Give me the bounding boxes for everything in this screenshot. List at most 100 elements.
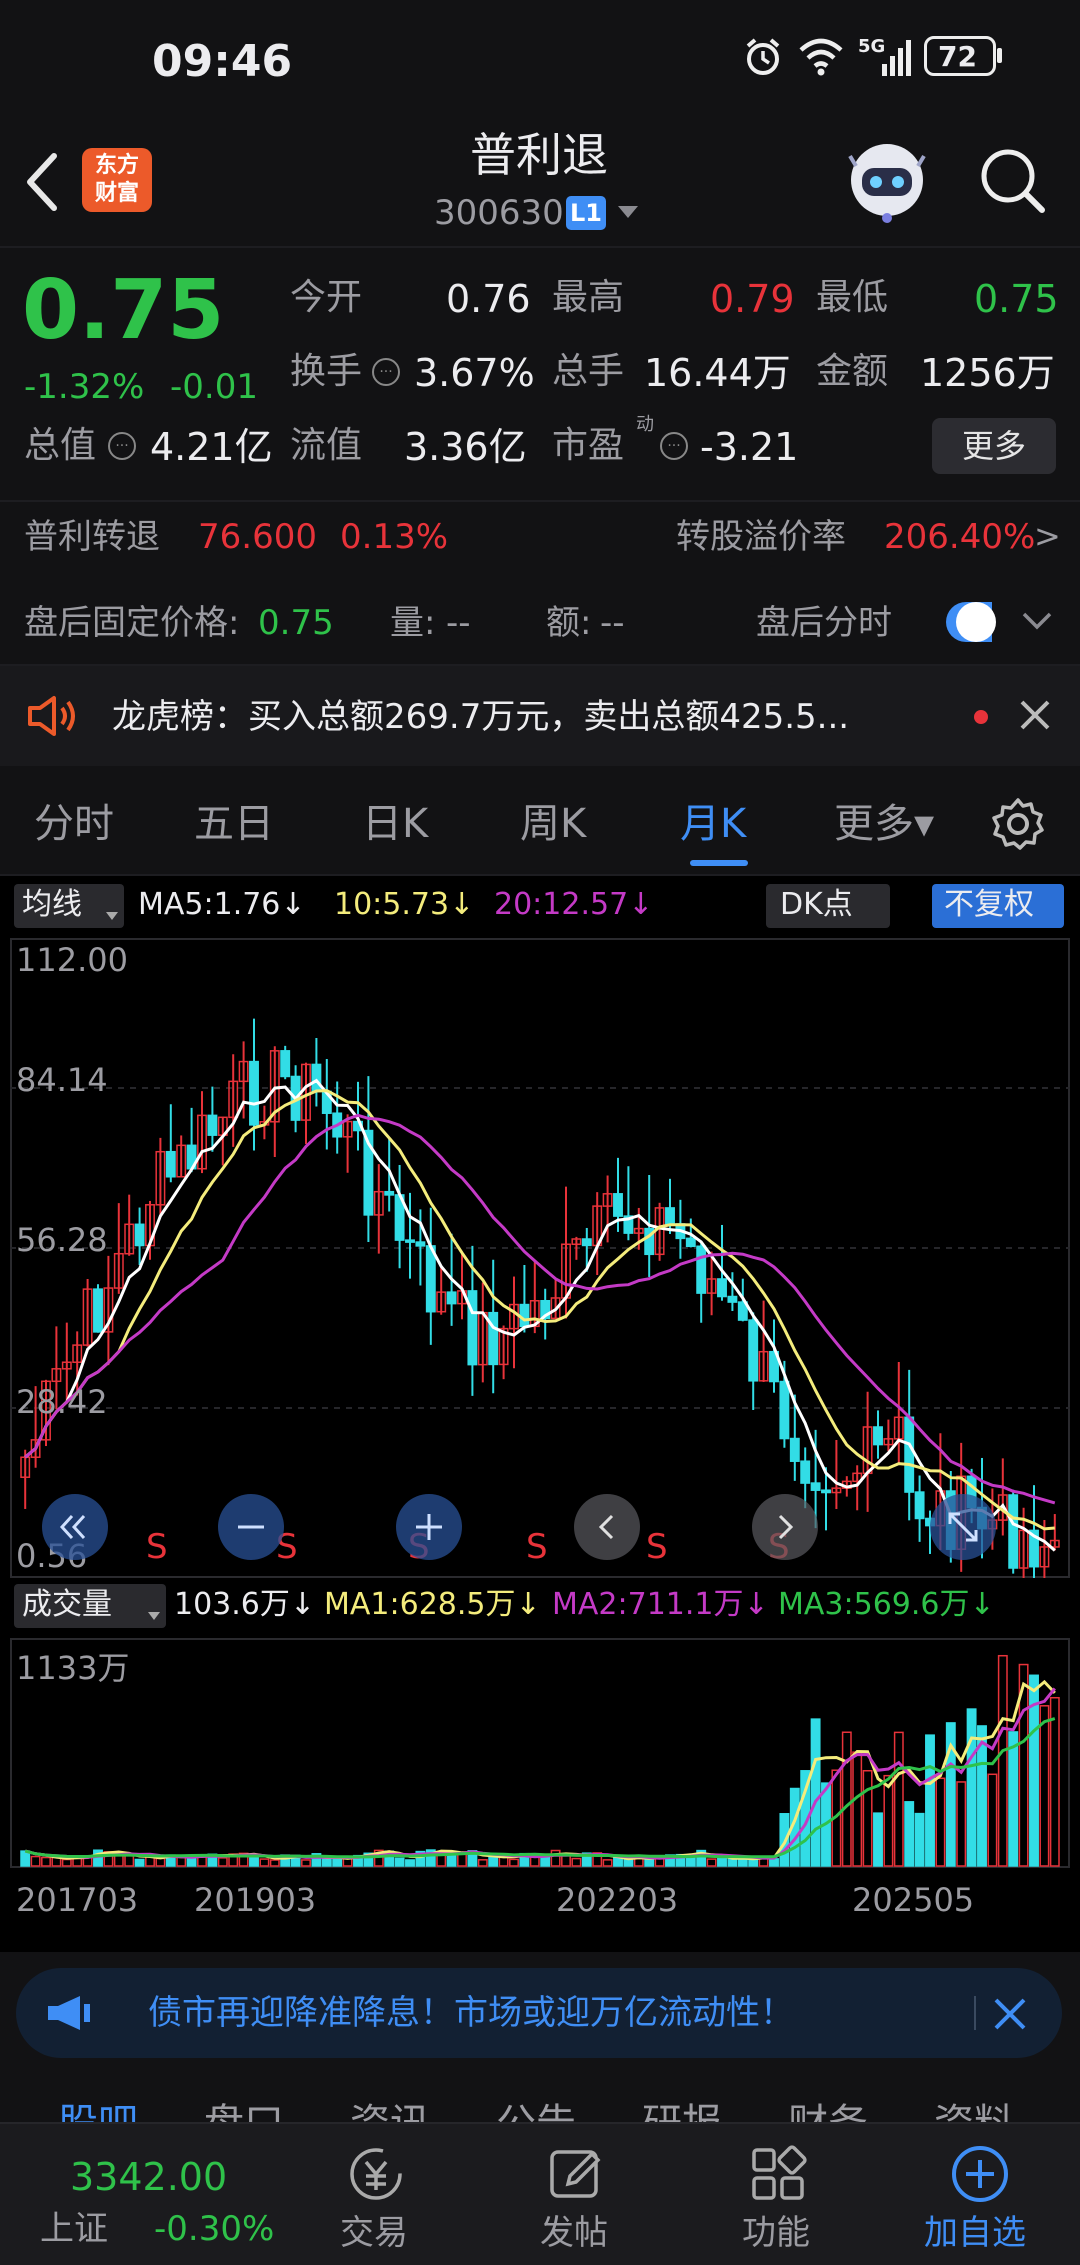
volume-selector[interactable]: 成交量 [14,1584,166,1628]
volume-ma3: MA3:569.6万↓ [778,1587,995,1622]
fast-back-button[interactable] [42,1494,108,1560]
search-icon[interactable] [978,146,1048,216]
mktcap-label: 总值 [24,425,97,466]
volume-bar [394,1857,405,1867]
dk-point-button[interactable]: DK点 [766,884,890,928]
nav-functions-label[interactable]: 功能 [742,2216,810,2250]
nav-trade-label[interactable]: 交易 [340,2216,408,2250]
tab-more[interactable]: 更多▾ [834,804,934,844]
volume-bar [873,1812,883,1867]
volume-bar [1039,1705,1050,1867]
tab-five-day[interactable]: 五日 [194,804,274,844]
convertible-pct: 0.13% [340,517,449,557]
candle-body [665,1207,675,1225]
nav-post-label[interactable]: 发帖 [540,2216,608,2250]
add-watchlist-icon[interactable] [948,2142,1012,2206]
index-name[interactable]: 上证 [40,2212,108,2246]
volume-selector-caret-icon [148,1612,160,1620]
volume-bar [893,1731,904,1867]
candle-body [613,1193,623,1217]
candle-body [488,1311,499,1366]
zoom-in-button[interactable] [396,1494,462,1560]
candle-body [446,1291,457,1305]
megaphone-icon [44,1992,96,2034]
low-value: 0.75 [974,277,1059,321]
volume-selector-label: 成交量 [22,1587,112,1622]
trade-icon[interactable] [344,2144,408,2204]
post-icon[interactable] [546,2144,606,2204]
tab-daily-k[interactable]: 日K [362,804,428,844]
volume-bar [706,1858,717,1867]
ma20-line [24,1113,1056,1505]
candle-body [914,1491,925,1520]
candle-body [134,1223,145,1247]
banner-text: 债市再迎降准降息！市场或迎万亿流动性！ [148,1993,794,2033]
close-icon[interactable] [992,1996,1028,2032]
volume-bar [956,1781,967,1867]
nav-add-watchlist-label[interactable]: 加自选 [924,2216,1026,2250]
volume-ma2: MA2:711.1万↓ [552,1587,769,1622]
candle-body [165,1150,176,1178]
candle-body [93,1288,103,1333]
stock-code: 300630 [434,193,564,233]
fullscreen-button[interactable] [930,1494,996,1560]
sell-marker: S [526,1527,548,1567]
more-button[interactable]: 更多 [932,418,1056,474]
candle-body [207,1114,218,1136]
open-label: 今开 [290,277,363,318]
candle-body [1008,1494,1019,1569]
robot-assistant-icon[interactable] [842,138,932,224]
tab-monthly-k[interactable]: 月K [680,804,746,844]
chart-tabs: 分时 五日 日K 周K 月K 更多▾ [0,772,1080,872]
functions-icon[interactable] [748,2144,808,2204]
volume-bar [269,1859,280,1867]
level-badge-label: L1 [570,199,602,227]
ma-selector-caret-icon [106,912,118,920]
settings-gear-icon[interactable] [990,796,1046,852]
banner-divider [974,1996,976,2030]
index-value[interactable]: 3342.00 [70,2158,227,2196]
volume-bar [41,1856,51,1867]
tab-weekly-k[interactable]: 周K [520,804,586,844]
pe-label: 市盈 [552,425,625,466]
candle-body [405,1239,415,1243]
info-icon[interactable]: ··· [372,358,400,386]
volume-bar [301,1859,311,1867]
change-abs: -0.01 [170,367,258,407]
info-icon[interactable]: ··· [660,432,688,460]
status-time: 09:46 [152,36,293,87]
level-badge[interactable]: L1 [566,196,606,230]
index-change[interactable]: -0.30% [154,2212,274,2246]
sell-marker: S [146,1527,168,1567]
volume-bar [810,1718,821,1867]
info-icon[interactable]: ··· [108,432,136,460]
notice-bar[interactable]: 龙虎榜：买入总额269.7万元，卖出总额425.5... [0,666,1080,766]
badge-dropdown-icon[interactable] [618,206,638,218]
candle-body [821,1489,831,1494]
volume-bar [935,1777,946,1867]
zoom-out-button[interactable] [218,1494,284,1560]
kline-chart[interactable] [10,938,1070,1578]
after-hours-vol-label: 量: [390,603,436,643]
news-banner[interactable]: 债市再迎降准降息！市场或迎万亿流动性！ [16,1968,1062,2058]
x-tick-label: 202203 [556,1881,679,1919]
scroll-left-button[interactable] [574,1494,640,1560]
turnover-label: 换手 [290,351,363,392]
back-button[interactable] [22,152,62,212]
adjust-button[interactable]: 不复权 [932,884,1064,928]
scroll-right-button[interactable] [752,1494,818,1560]
volume-chart[interactable] [10,1638,1070,1868]
sell-marker: S [646,1527,668,1567]
tab-intraday[interactable]: 分时 [34,804,114,844]
close-icon[interactable] [1018,698,1052,732]
convertible-row[interactable]: 普利转退 76.600 0.13% 转股溢价率 206.40% > [0,502,1080,572]
volume-bar [550,1849,561,1867]
open-value: 0.76 [446,277,531,321]
volume-bar [1008,1731,1019,1867]
pe-superscript: 动 [636,414,654,435]
ma-selector[interactable]: 均线 [14,884,124,928]
volume-bar [914,1812,925,1867]
volume-bar [186,1856,197,1867]
app-logo: 东方 财富 [82,148,152,212]
expand-chevron-icon[interactable] [1020,608,1054,634]
